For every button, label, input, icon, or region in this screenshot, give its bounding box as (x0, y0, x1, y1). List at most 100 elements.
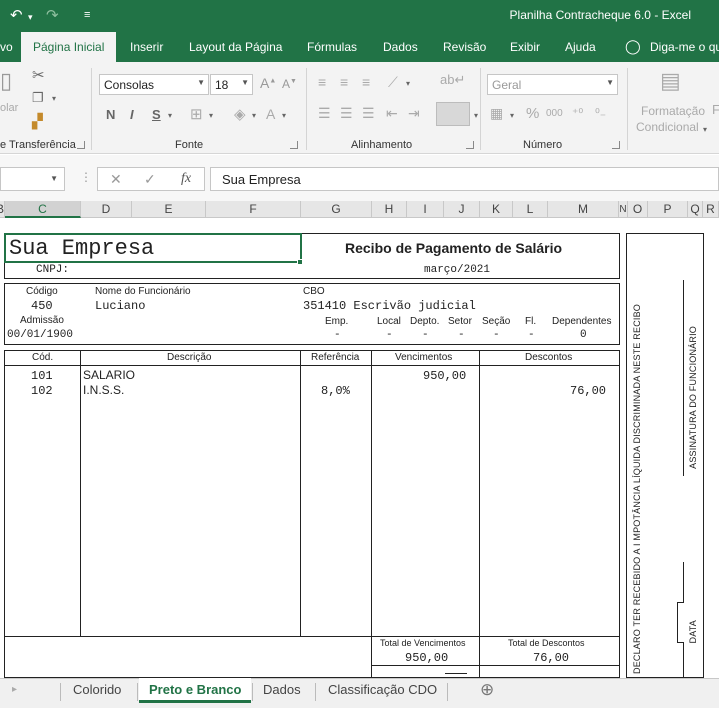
column-header-f[interactable]: F (206, 201, 301, 218)
tell-me-search[interactable]: Diga-me o qu (650, 40, 719, 54)
redo-icon[interactable]: ↷ (46, 6, 59, 24)
tab-arquivo[interactable]: vo (0, 40, 13, 54)
dept-value[interactable]: - (422, 329, 429, 341)
orientation-dropdown-icon[interactable]: ▾ (406, 79, 410, 88)
fill-color-icon[interactable]: ◈ (234, 105, 246, 123)
tab-formulas[interactable]: Fórmulas (307, 40, 357, 54)
undo-dropdown-icon[interactable]: ▾ (28, 12, 33, 23)
underline-button[interactable]: S (152, 107, 161, 122)
percent-button[interactable]: % (526, 105, 539, 122)
clipboard-launcher-icon[interactable] (77, 141, 85, 149)
item-description[interactable]: I.N.S.S. (83, 383, 124, 397)
thousands-button[interactable]: 000 (546, 108, 563, 119)
column-header-h[interactable]: H (372, 201, 407, 218)
total-deductions[interactable]: 76,00 (533, 651, 569, 665)
tab-layout-da-pagina[interactable]: Layout da Página (189, 40, 282, 54)
sector-value[interactable]: - (458, 329, 465, 341)
font-name-box[interactable]: Consolas ▼ (99, 74, 209, 95)
name-box[interactable]: ▼ (0, 167, 65, 191)
column-header-l[interactable]: L (513, 201, 548, 218)
font-color-icon[interactable]: A (266, 106, 275, 122)
orientation-icon[interactable]: ⟋ (388, 74, 398, 91)
font-launcher-icon[interactable] (290, 141, 298, 149)
fl-value[interactable]: - (528, 329, 535, 341)
decrease-font-icon[interactable]: A▼ (282, 77, 297, 91)
column-header-n[interactable]: N (619, 201, 628, 218)
employee-code[interactable]: 450 (31, 299, 53, 313)
worksheet[interactable]: Sua Empresa CNPJ: Recibo de Pagamento de… (0, 218, 719, 678)
conditional-formatting-icon[interactable]: ▤ (660, 68, 681, 94)
currency-dropdown-icon[interactable]: ▾ (510, 111, 514, 120)
tab-dados[interactable]: Dados (383, 40, 418, 54)
employee-name[interactable]: Luciano (95, 299, 145, 313)
item-reference[interactable]: 8,0% (321, 384, 350, 398)
active-cell[interactable] (4, 233, 302, 263)
local-value[interactable]: - (386, 329, 393, 341)
sheet-tab-preto-e-branco[interactable]: Preto e Branco (139, 678, 252, 703)
formula-input[interactable]: Sua Empresa (210, 167, 719, 191)
add-sheet-icon[interactable]: ⊕ (480, 680, 494, 700)
borders-dropdown-icon[interactable]: ▾ (209, 111, 213, 120)
increase-font-icon[interactable]: A▲ (260, 75, 276, 91)
decrease-decimal-icon[interactable]: ⁰₋ (595, 106, 606, 120)
merge-center-button[interactable] (436, 102, 470, 126)
column-header-i[interactable]: I (407, 201, 444, 218)
scroll-tabs-icon[interactable]: ▸ (12, 684, 17, 695)
column-header-d[interactable]: D (81, 201, 132, 218)
font-size-box[interactable]: 18 ▼ (210, 74, 253, 95)
fill-dropdown-icon[interactable]: ▾ (252, 111, 256, 120)
format-table-label[interactable]: F (712, 102, 719, 117)
number-launcher-icon[interactable] (612, 141, 620, 149)
sheet-tab-dados[interactable]: Dados (263, 682, 301, 697)
column-header-g[interactable]: G (301, 201, 372, 218)
italic-button[interactable]: I (130, 107, 134, 122)
merge-dropdown-icon[interactable]: ▾ (474, 111, 478, 120)
align-top-icon[interactable]: ≡ (318, 74, 326, 90)
column-header-e[interactable]: E (132, 201, 206, 218)
format-painter-icon[interactable]: ▞ (32, 113, 43, 130)
wrap-text-icon[interactable]: ab↵ (440, 72, 465, 88)
column-header-j[interactable]: J (444, 201, 480, 218)
tab-ajuda[interactable]: Ajuda (565, 40, 596, 54)
lightbulb-icon[interactable]: ◯ (625, 38, 641, 55)
align-center-icon[interactable]: ☰ (340, 105, 353, 122)
column-header-q[interactable]: Q (688, 201, 703, 218)
tab-revisao[interactable]: Revisão (443, 40, 486, 54)
cbo-value[interactable]: 351410 Escrivão judicial (303, 299, 476, 313)
paste-icon[interactable]: ▯ (0, 68, 12, 94)
item-code[interactable]: 102 (31, 384, 53, 398)
insert-function-icon[interactable]: fx (181, 171, 191, 187)
font-color-dropdown-icon[interactable]: ▾ (282, 111, 286, 120)
column-header-o[interactable]: O (628, 201, 648, 218)
admission-date[interactable]: 00/01/1900 (7, 329, 73, 341)
cut-icon[interactable]: ✂ (32, 66, 45, 84)
item-earnings[interactable]: 950,00 (423, 369, 466, 383)
copy-icon[interactable]: ❐ (32, 90, 44, 106)
column-header-p[interactable]: P (648, 201, 688, 218)
tab-inserir[interactable]: Inserir (130, 40, 163, 54)
align-right-icon[interactable]: ☰ (362, 105, 375, 122)
align-middle-icon[interactable]: ≡ (340, 74, 348, 90)
decrease-indent-icon[interactable]: ⇤ (386, 105, 398, 122)
tab-pagina-inicial[interactable]: Página Inicial (21, 32, 117, 62)
bold-button[interactable]: N (106, 107, 115, 122)
enter-icon[interactable]: ✓ (144, 171, 156, 188)
item-code[interactable]: 101 (31, 369, 53, 383)
emp-value[interactable]: - (334, 329, 341, 341)
align-left-icon[interactable]: ☰ (318, 105, 331, 122)
underline-dropdown-icon[interactable]: ▾ (168, 111, 172, 120)
dependents-value[interactable]: 0 (580, 329, 587, 341)
quick-access-menu-icon[interactable]: ≡ (84, 9, 90, 21)
cancel-icon[interactable]: ✕ (110, 171, 122, 188)
conditional-formatting-dropdown-icon[interactable]: ▾ (703, 125, 707, 134)
column-header-r[interactable]: R (703, 201, 719, 218)
receipt-period[interactable]: março/2021 (424, 264, 490, 276)
total-earnings[interactable]: 950,00 (405, 651, 448, 665)
align-bottom-icon[interactable]: ≡ (362, 74, 370, 90)
number-format-box[interactable]: Geral ▼ (487, 74, 618, 95)
tab-exibir[interactable]: Exibir (510, 40, 540, 54)
copy-dropdown-icon[interactable]: ▾ (52, 94, 56, 103)
increase-indent-icon[interactable]: ⇥ (408, 105, 420, 122)
increase-decimal-icon[interactable]: ⁺⁰ (572, 106, 583, 120)
item-description[interactable]: SALARIO (83, 368, 135, 382)
